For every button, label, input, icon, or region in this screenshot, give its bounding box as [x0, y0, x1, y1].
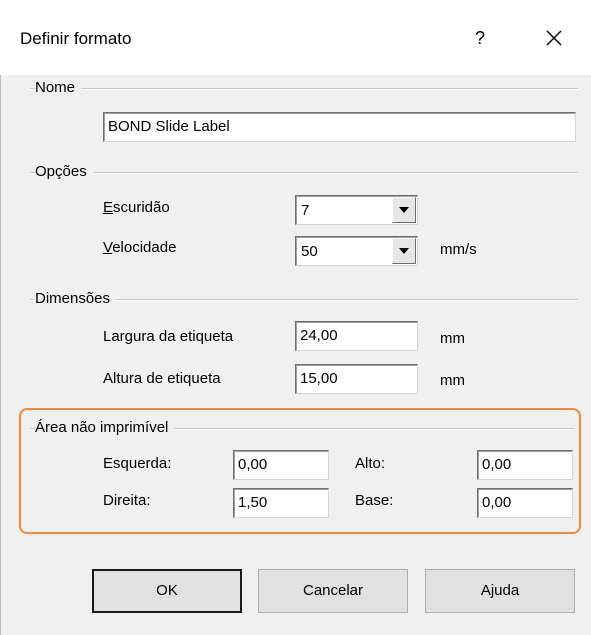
altura-unit: mm — [440, 372, 465, 389]
nome-group-line — [30, 88, 578, 90]
escuridao-value: 7 — [301, 202, 310, 219]
escuridao-accel: E — [103, 199, 114, 216]
window-border — [0, 75, 1, 635]
escuridao-label-rest: scuridão — [113, 199, 170, 216]
name-input[interactable]: BOND Slide Label — [103, 112, 576, 142]
largura-unit: mm — [440, 330, 465, 347]
close-button[interactable] — [532, 20, 576, 56]
ok-button[interactable]: OK — [92, 569, 242, 613]
direita-input[interactable]: 1,50 — [233, 488, 329, 518]
chevron-down-icon — [399, 248, 409, 254]
define-format-dialog: Definir formato ? Nome BOND Slide Label … — [0, 0, 591, 635]
direita-label: Direita: — [103, 492, 151, 509]
velocidade-label: Velocidade — [103, 239, 176, 256]
largura-label: Largura da etiqueta — [103, 328, 234, 345]
velocidade-label-rest: elocidade — [112, 239, 177, 256]
window-title: Definir formato — [20, 29, 132, 48]
base-input[interactable]: 0,00 — [477, 488, 573, 518]
chevron-down-icon — [399, 207, 409, 213]
title-bar: Definir formato ? — [0, 0, 591, 75]
help-button[interactable]: Ajuda — [425, 569, 575, 613]
velocidade-unit: mm/s — [440, 241, 477, 258]
velocidade-accel: V — [103, 239, 113, 256]
alto-label: Alto: — [355, 455, 386, 472]
escuridao-dropdown-button[interactable] — [392, 197, 416, 223]
velocidade-select[interactable]: 50 — [295, 236, 418, 266]
nome-group-label: Nome — [35, 79, 82, 96]
close-icon — [546, 30, 562, 46]
velocidade-value: 50 — [301, 243, 318, 260]
altura-input[interactable]: 15,00 — [295, 364, 418, 394]
area-group-label: Área não imprimível — [35, 419, 175, 436]
cancel-button[interactable]: Cancelar — [258, 569, 408, 613]
opcoes-group-label: Opções — [35, 163, 93, 180]
largura-input[interactable]: 24,00 — [295, 321, 418, 351]
esquerda-label: Esquerda: — [103, 455, 172, 472]
base-label: Base: — [355, 492, 394, 509]
altura-label: Altura de etiqueta — [103, 370, 221, 387]
alto-input[interactable]: 0,00 — [477, 450, 573, 480]
escuridao-select[interactable]: 7 — [295, 195, 418, 225]
velocidade-dropdown-button[interactable] — [392, 238, 416, 264]
dimensoes-group-label: Dimensões — [35, 290, 117, 307]
escuridao-label: Escuridão — [103, 199, 170, 216]
esquerda-input[interactable]: 0,00 — [233, 450, 329, 480]
opcoes-group-line — [30, 172, 578, 174]
help-title-button[interactable]: ? — [460, 20, 500, 56]
